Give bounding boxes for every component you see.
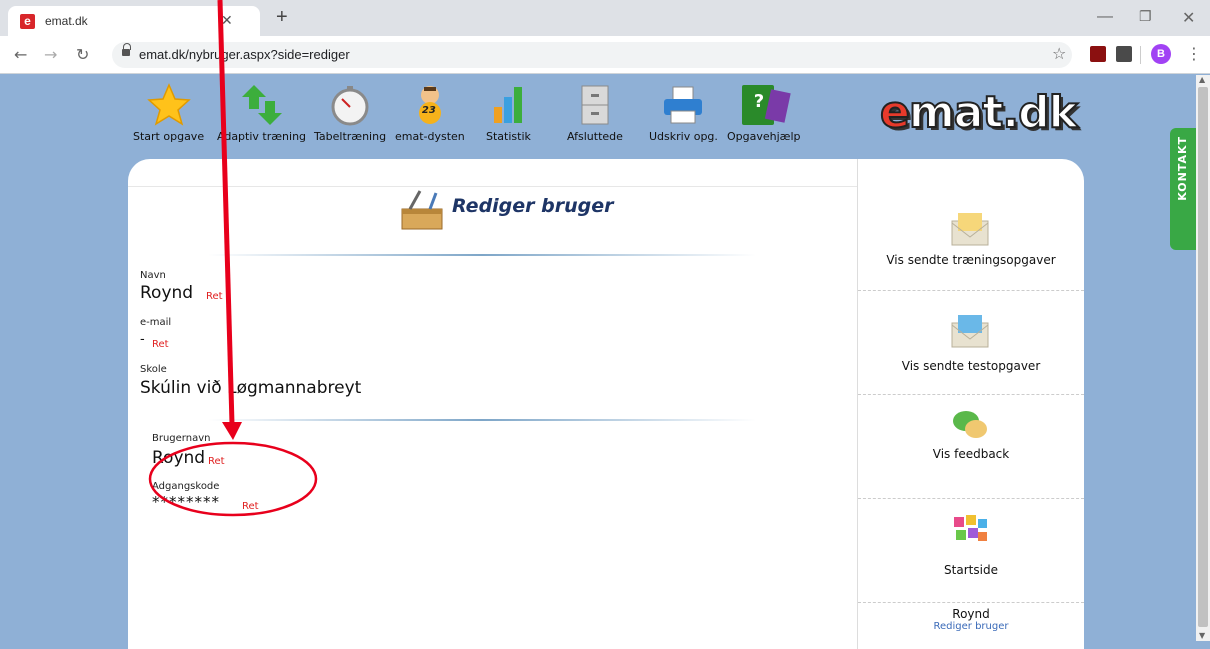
nav-emat-dysten[interactable]: 23 emat-dysten	[395, 79, 465, 143]
separator	[208, 254, 756, 256]
email-value: -	[140, 332, 145, 347]
nav-tabeltraening[interactable]: Tabeltræning	[314, 79, 386, 143]
reload-icon[interactable]: ↻	[76, 45, 89, 64]
help-question-mark: ?	[753, 91, 765, 112]
main-card: Rediger bruger Navn Roynd Ret e-mail - R…	[128, 159, 1084, 649]
nav-label: emat-dysten	[395, 130, 465, 143]
tab-strip: e emat.dk ✕ + — ❐ ✕	[0, 0, 1210, 36]
sidebar-item-testopgaver[interactable]: Vis sendte testopgaver	[858, 291, 1084, 395]
sidebar-item-label: Vis sendte testopgaver	[901, 359, 1041, 373]
page-scrollbar[interactable]: ▲ ▼	[1196, 75, 1210, 641]
nav-label: Udskriv opg.	[649, 130, 718, 143]
star-icon	[146, 83, 191, 127]
lock-icon	[122, 43, 131, 57]
toolbar-divider	[1140, 46, 1141, 64]
toolbox-icon	[401, 190, 443, 230]
arrows-icon	[240, 83, 284, 127]
cabinet-icon	[573, 83, 617, 127]
kontakt-label: KONTAKT	[1176, 136, 1189, 201]
brugernavn-ret-link[interactable]: Ret	[208, 456, 225, 467]
skole-label: Skole	[140, 364, 167, 375]
forward-icon[interactable]: →	[44, 45, 57, 64]
nav-statistik[interactable]: Statistik	[486, 79, 531, 143]
omnibox[interactable]: emat.dk/nybruger.aspx?side=rediger ☆	[112, 42, 1072, 68]
scroll-up-icon[interactable]: ▲	[1199, 75, 1205, 84]
window-close-icon[interactable]: ✕	[1182, 8, 1195, 28]
bar-chart-icon	[486, 83, 530, 127]
tab-title: emat.dk	[45, 14, 88, 28]
menu-icon[interactable]: ⋮	[1186, 44, 1202, 63]
skole-value: Skúlin við Løgmannabreyt	[140, 378, 362, 398]
scroll-down-icon[interactable]: ▼	[1199, 631, 1205, 640]
sidebar-item-label: Vis sendte træningsopgaver	[886, 253, 1056, 267]
url-text[interactable]: emat.dk/nybruger.aspx?side=rediger	[139, 47, 350, 62]
sidebar-user: Roynd Rediger bruger	[858, 607, 1084, 632]
speech-bubbles-icon	[953, 411, 987, 438]
nav-udskriv-opg[interactable]: Udskriv opg.	[649, 79, 718, 143]
nav-label: Opgavehjælp	[727, 130, 801, 143]
nav-label: Start opgave	[133, 130, 205, 143]
navn-value: Roynd	[140, 283, 194, 303]
nav-label: Tabeltræning	[314, 130, 387, 143]
logo-rest: mat.dk	[908, 86, 1079, 139]
colorful-tiles-icon	[954, 515, 987, 541]
sidebar-item-label: Vis feedback	[932, 447, 1010, 461]
bookmark-star-icon[interactable]: ☆	[1052, 44, 1066, 63]
envelope-yellow-icon	[951, 213, 989, 246]
navn-ret-link[interactable]: Ret	[206, 291, 223, 302]
adgangskode-value: ********	[152, 493, 220, 511]
close-tab-icon[interactable]: ✕	[221, 12, 233, 29]
profile-avatar[interactable]: B	[1151, 44, 1171, 64]
sidebar-item-startside[interactable]: Startside	[858, 499, 1084, 603]
nav-opgavehjaelp[interactable]: ? Opgavehjælp	[727, 79, 801, 143]
favicon-icon: e	[20, 14, 35, 29]
dysten-badge: 23	[421, 105, 436, 116]
rediger-bruger-link[interactable]: Rediger bruger	[858, 621, 1084, 632]
emat-logo[interactable]: emat.dk	[879, 86, 1079, 139]
logo-prefix: e	[879, 86, 911, 139]
stopwatch-icon	[328, 83, 372, 127]
help-book-icon: ?	[734, 83, 794, 127]
nav-label: Adaptiv træning	[217, 130, 307, 143]
scroll-thumb[interactable]	[1198, 87, 1208, 627]
address-bar-row: ← → ↻ emat.dk/nybruger.aspx?side=rediger…	[0, 36, 1210, 74]
brugernavn-value: Roynd	[152, 448, 206, 468]
new-tab-button[interactable]: +	[276, 6, 288, 29]
envelope-blue-icon	[951, 315, 989, 348]
nav-start-opgave[interactable]: Start opgave	[133, 79, 204, 143]
kontakt-tab[interactable]: KONTAKT	[1170, 128, 1196, 250]
nav-adaptiv-traening[interactable]: Adaptiv træning	[217, 79, 306, 143]
page-title: Rediger bruger	[452, 195, 614, 217]
nav-label: Statistik	[486, 130, 531, 143]
sidebar-item-label: Startside	[944, 563, 998, 577]
page-viewport: Start opgave Adaptiv træning Tabeltrænin…	[0, 75, 1196, 649]
adgangskode-ret-link[interactable]: Ret	[242, 501, 259, 512]
nav-afsluttede[interactable]: Afsluttede	[567, 79, 623, 143]
printer-icon	[661, 83, 705, 127]
sidebar-item-traeningsopgaver[interactable]: Vis sendte træningsopgaver	[858, 187, 1084, 291]
back-icon[interactable]: ←	[14, 45, 27, 64]
restore-icon[interactable]: ❐	[1139, 8, 1152, 25]
separator	[208, 419, 756, 421]
download-extension-icon[interactable]	[1116, 46, 1132, 62]
sidebar-user-name: Roynd	[952, 607, 990, 621]
navn-label: Navn	[140, 270, 166, 281]
adgangskode-label: Adgangskode	[152, 481, 220, 492]
sidebar-item-feedback[interactable]: Vis feedback	[858, 395, 1084, 499]
email-label: e-mail	[140, 317, 172, 328]
nav-label: Afsluttede	[567, 130, 623, 143]
brugernavn-label: Brugernavn	[152, 433, 211, 444]
email-ret-link[interactable]: Ret	[152, 339, 169, 350]
minimize-icon[interactable]: —	[1097, 8, 1113, 26]
browser-tab[interactable]: e emat.dk ✕	[8, 6, 260, 36]
character-icon: 23	[408, 83, 452, 127]
card-top-line	[128, 186, 857, 187]
pdf-extension-icon[interactable]	[1090, 46, 1106, 62]
